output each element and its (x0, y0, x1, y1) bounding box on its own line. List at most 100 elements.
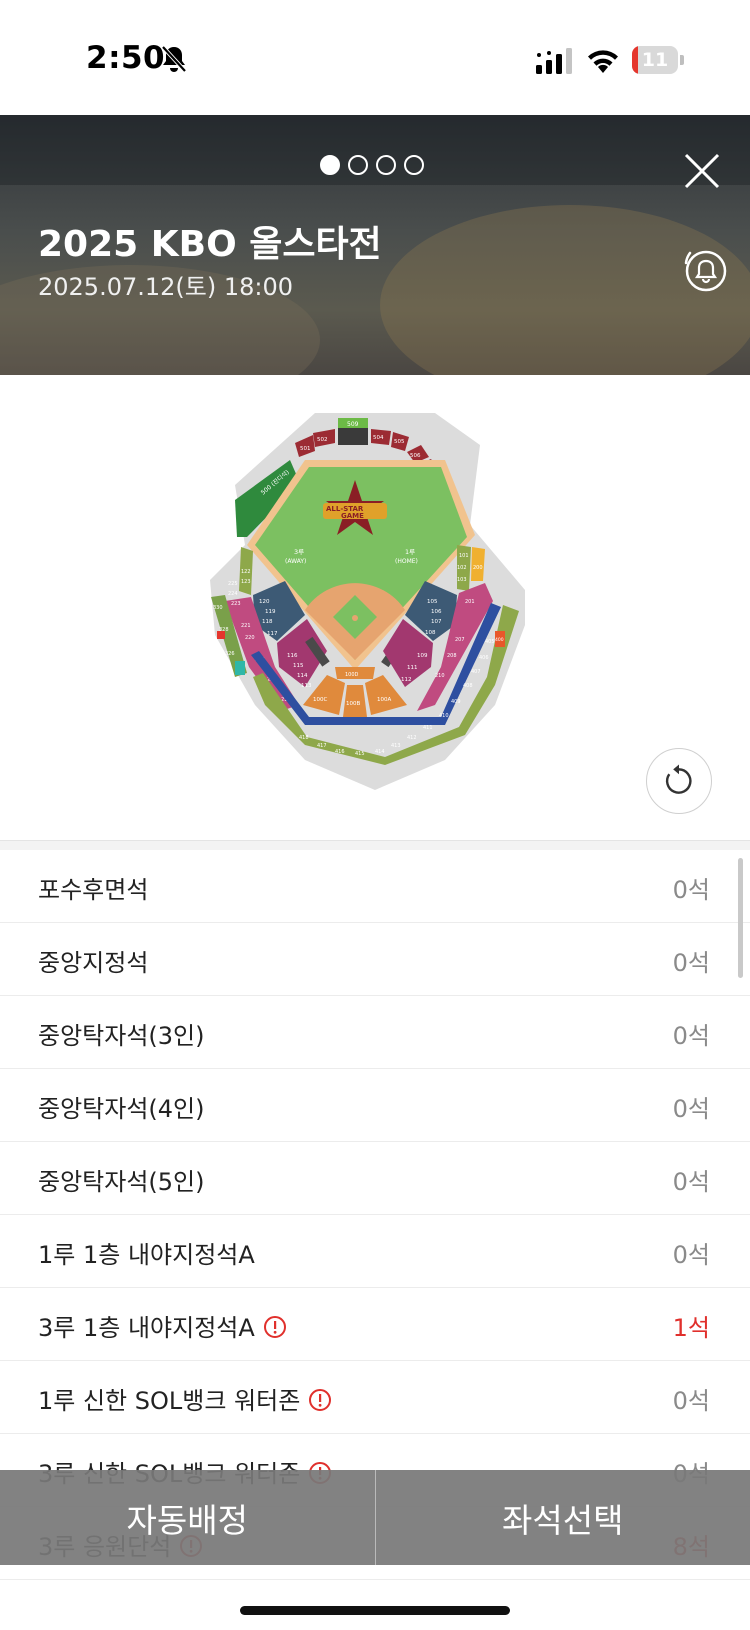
logo-text-line2: GAME (341, 512, 364, 520)
section-label: 505 (394, 439, 405, 445)
section-label: 201 (465, 599, 475, 605)
warning-icon[interactable] (308, 1388, 332, 1412)
section-200[interactable] (471, 547, 485, 581)
section-label: 220 (245, 635, 255, 641)
carousel-dots[interactable] (320, 155, 424, 175)
seat-grade-row[interactable]: 중앙탁자석(3인) 0석 (0, 996, 750, 1069)
section-label: 416 (335, 749, 345, 755)
seat-grade-row[interactable]: 중앙지정석 0석 (0, 923, 750, 996)
section-label: 417 (317, 743, 327, 749)
section-label: 122 (241, 569, 251, 575)
seat-grade-row[interactable]: 1루 1층 내야지정석A 0석 (0, 1215, 750, 1288)
section-label: 123 (241, 579, 251, 585)
carousel-dot[interactable] (320, 155, 340, 175)
warning-icon[interactable] (263, 1315, 287, 1339)
event-date: 2025.07.12(토) 18:00 (38, 273, 294, 301)
seat-grade-row[interactable]: 포수후면석 0석 (0, 850, 750, 923)
event-title: 2025 KBO 올스타전 (38, 224, 382, 265)
seat-grade-label: 중앙탁자석(3인) (38, 1022, 205, 1050)
seat-grade-row[interactable]: 중앙탁자석(4인) 0석 (0, 1069, 750, 1142)
section-label: 100B (346, 701, 360, 707)
section-label: 100D (345, 672, 359, 678)
carousel-dot[interactable] (404, 155, 424, 175)
section-label: 221 (241, 623, 251, 629)
seat-grade-name: 3루 1층 내야지정석A (38, 1308, 287, 1343)
section-label: 405 (485, 639, 495, 645)
section-label: 400 (495, 637, 504, 643)
carousel-dot[interactable] (376, 155, 396, 175)
section-label: 105 (427, 599, 438, 605)
seat-grade-name: 1루 신한 SOL뱅크 워터존 (38, 1381, 332, 1416)
seat-remaining-count: 0석 (672, 876, 710, 904)
section-label: 117 (267, 631, 278, 637)
seat-remaining-count: 0석 (672, 1168, 710, 1196)
section-label: 100A (377, 697, 391, 703)
section-label: 406 (479, 655, 489, 661)
seat-select-button[interactable]: 좌석선택 (376, 1470, 750, 1565)
cellular-signal-icon (536, 48, 572, 74)
seat-grade-name: 1루 1층 내야지정석A (38, 1235, 255, 1270)
section-label: 109 (417, 653, 428, 659)
seat-remaining-count: 0석 (672, 1095, 710, 1123)
section-label: 223 (231, 601, 241, 607)
section-label: 502 (317, 437, 328, 443)
section-label: 326 (225, 651, 235, 657)
section-label: 116 (287, 653, 298, 659)
section-label: 210 (435, 673, 445, 679)
stadium-seat-map[interactable]: 500 (잔디석) 509 502 501 504 505 506 507 50… (195, 405, 555, 800)
section-label: 418 (299, 735, 309, 741)
seat-grade-label: 1루 1층 내야지정석A (38, 1241, 255, 1269)
section-label: 113 (301, 683, 312, 689)
section-label: 501 (300, 446, 311, 452)
wifi-icon (588, 50, 618, 73)
section-label: 100C (313, 697, 327, 703)
seat-grade-label: 중앙지정석 (38, 949, 149, 977)
seat-remaining-count: 0석 (672, 949, 710, 977)
seat-grade-row[interactable]: 3루 1층 내야지정석A 1석 (0, 1288, 750, 1361)
section-label: 330 (213, 605, 223, 611)
status-bar: 2:50 11 (0, 0, 750, 115)
status-time: 2:50 (86, 40, 166, 76)
bottom-action-bar: 자동배정 좌석선택 (0, 1470, 750, 1565)
seat-remaining-count: 1석 (672, 1314, 710, 1342)
section-label: 408 (463, 683, 473, 689)
section-label: 118 (262, 619, 273, 625)
seat-grade-label: 포수후면석 (38, 876, 149, 904)
first-base-team: (HOME) (395, 558, 418, 565)
third-base-label: 3루 (294, 548, 304, 556)
section-label: 225 (228, 581, 238, 587)
seat-grade-label: 중앙탁자석(5인) (38, 1168, 205, 1196)
event-header: 2025 KBO 올스타전 2025.07.12(토) 18:00 (0, 115, 750, 375)
auto-assign-button[interactable]: 자동배정 (0, 1470, 375, 1565)
seat-grade-row[interactable]: 1루 신한 SOL뱅크 워터존 0석 (0, 1361, 750, 1434)
seat-remaining-count: 0석 (672, 1241, 710, 1269)
seat-grade-label: 중앙탁자석(4인) (38, 1095, 205, 1123)
scrollbar[interactable] (738, 858, 743, 978)
section-label: 200 (473, 565, 483, 571)
bell-icon[interactable] (680, 245, 730, 295)
first-base-label: 1루 (405, 548, 415, 556)
seat-remaining-count: 0석 (672, 1387, 710, 1415)
section-label: 107 (431, 619, 442, 625)
seat-grade-label: 1루 신한 SOL뱅크 워터존 (38, 1387, 301, 1415)
home-indicator[interactable] (240, 1606, 510, 1615)
seat-grade-name: 중앙탁자석(5인) (38, 1162, 204, 1197)
section-label: 102 (457, 565, 467, 571)
seat-grade-name: 포수후면석 (38, 870, 148, 905)
section-label: 509 (347, 421, 359, 428)
refresh-icon[interactable] (646, 748, 712, 814)
stadium-map-area: 500 (잔디석) 509 502 501 504 505 506 507 50… (0, 375, 750, 840)
battery-icon: 11 (632, 46, 684, 74)
section-label: 407 (471, 669, 481, 675)
section-label: 506 (410, 453, 421, 459)
section-label: 108 (425, 630, 436, 636)
seat-remaining-count: 0석 (672, 1022, 710, 1050)
carousel-dot[interactable] (348, 155, 368, 175)
close-icon[interactable] (682, 151, 722, 191)
section-label: 415 (355, 751, 365, 757)
seat-grade-row[interactable]: 중앙탁자석(5인) 0석 (0, 1142, 750, 1215)
section-label: 101 (459, 553, 469, 559)
third-base-team: (AWAY) (285, 558, 306, 565)
seat-grade-name: 중앙지정석 (38, 943, 148, 978)
section-label: 207 (455, 637, 465, 643)
